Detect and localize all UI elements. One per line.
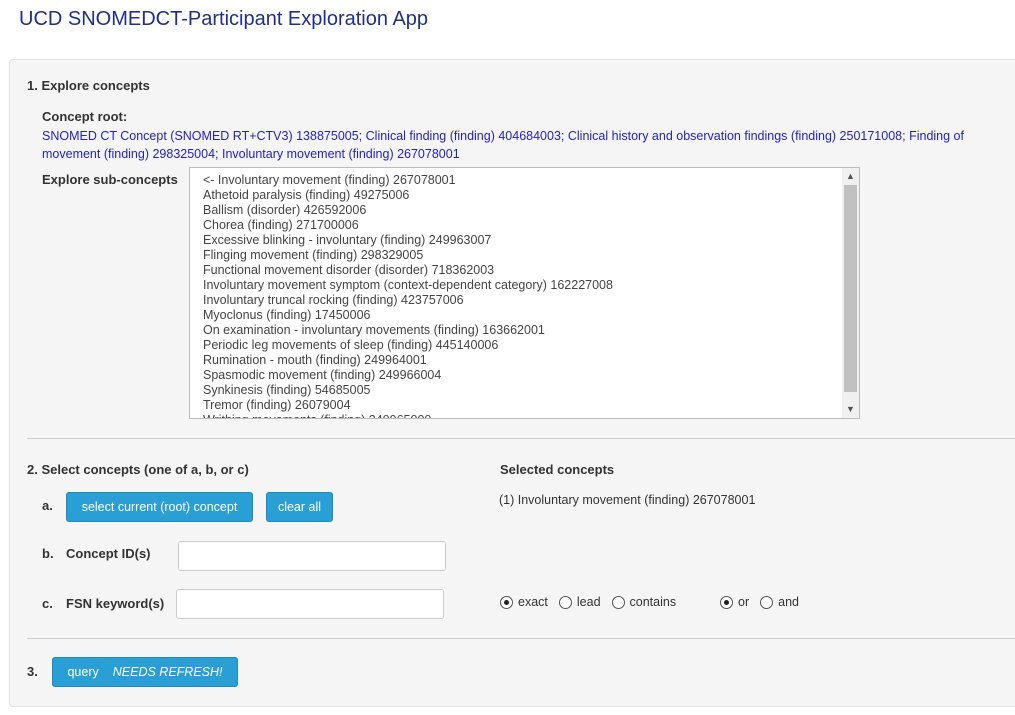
- sub-concept-option[interactable]: Spasmodic movement (finding) 249966004: [203, 368, 833, 383]
- radio-unchecked-icon[interactable]: [611, 595, 625, 609]
- radio-contains[interactable]: contains: [611, 595, 677, 609]
- match-type-radio-group: exact lead contains: [500, 595, 687, 609]
- clear-all-button[interactable]: clear all: [266, 492, 333, 522]
- radio-label: contains: [629, 595, 677, 609]
- scroll-down-icon[interactable]: ▼: [842, 401, 859, 418]
- section-divider: [27, 638, 1015, 639]
- radio-label: exact: [518, 595, 548, 609]
- radio-or[interactable]: or: [720, 595, 749, 609]
- sub-concept-option[interactable]: Excessive blinking - involuntary (findin…: [203, 233, 833, 248]
- breadcrumb-link[interactable]: Clinical history and observation finding…: [568, 129, 906, 143]
- query-button[interactable]: query NEEDS REFRESH!: [52, 657, 238, 687]
- sub-concept-option[interactable]: Writhing movements (finding) 249965000: [203, 413, 833, 418]
- section-divider: [27, 438, 1015, 439]
- app-title: UCD SNOMEDCT-Participant Exploration App: [19, 8, 429, 30]
- radio-checked-icon[interactable]: [500, 595, 513, 609]
- radio-label: or: [738, 595, 750, 609]
- fsn-keyword-label: FSN keyword(s): [66, 596, 165, 611]
- sub-concept-option[interactable]: Athetoid paralysis (finding) 49275006: [203, 188, 833, 203]
- explore-sub-concepts-label: Explore sub-concepts: [42, 172, 178, 187]
- radio-exact[interactable]: exact: [500, 595, 548, 609]
- fsn-keyword-input[interactable]: [176, 589, 444, 619]
- radio-checked-icon[interactable]: [720, 595, 733, 609]
- sub-concept-option[interactable]: Involuntary movement symptom (context-de…: [203, 278, 833, 293]
- sub-concept-option[interactable]: Myoclonus (finding) 17450006: [203, 308, 833, 323]
- concept-id-input[interactable]: [178, 541, 446, 571]
- radio-unchecked-icon[interactable]: [558, 595, 572, 609]
- sub-concept-option[interactable]: Chorea (finding) 271700006: [203, 218, 833, 233]
- option-a-label: a.: [42, 498, 53, 513]
- sub-concept-option[interactable]: Tremor (finding) 26079004: [203, 398, 833, 413]
- scroll-thumb[interactable]: [844, 185, 857, 392]
- select-root-concept-button[interactable]: select current (root) concept: [66, 492, 253, 522]
- concept-root-breadcrumb: SNOMED CT Concept (SNOMED RT+CTV3) 13887…: [42, 127, 1002, 163]
- sub-concept-option[interactable]: Periodic leg movements of sleep (finding…: [203, 338, 833, 353]
- select-heading: 2. Select concepts (one of a, b, or c): [27, 462, 249, 477]
- selected-concept-item: (1) Involuntary movement (finding) 26707…: [499, 493, 756, 507]
- radio-unchecked-icon[interactable]: [760, 595, 774, 609]
- sub-concepts-listbox[interactable]: <- Involuntary movement (finding) 267078…: [189, 167, 860, 419]
- query-button-label: query: [67, 665, 99, 679]
- radio-and[interactable]: and: [760, 595, 799, 609]
- breadcrumb-link[interactable]: SNOMED CT Concept (SNOMED RT+CTV3) 13887…: [42, 129, 362, 143]
- sub-concept-option[interactable]: Synkinesis (finding) 54685005: [203, 383, 833, 398]
- sub-concept-option[interactable]: On examination - involuntary movements (…: [203, 323, 833, 338]
- explore-heading: 1. Explore concepts: [27, 78, 150, 93]
- option-c-label: c.: [42, 596, 53, 611]
- breadcrumb-link[interactable]: Involuntary movement (finding) 267078001: [222, 147, 460, 161]
- sub-concept-option[interactable]: Ballism (disorder) 426592006: [203, 203, 833, 218]
- sub-concepts-items: <- Involuntary movement (finding) 267078…: [203, 173, 833, 418]
- radio-label: lead: [576, 595, 601, 609]
- sub-concept-option[interactable]: Involuntary truncal rocking (finding) 42…: [203, 293, 833, 308]
- listbox-scrollbar[interactable]: ▲ ▼: [842, 168, 859, 418]
- concept-id-label: Concept ID(s): [66, 546, 151, 561]
- concept-root-label: Concept root:: [42, 109, 128, 124]
- refresh-status: NEEDS REFRESH!: [112, 665, 223, 679]
- radio-label: and: [778, 595, 799, 609]
- sub-concept-option[interactable]: <- Involuntary movement (finding) 267078…: [203, 173, 833, 188]
- sub-concept-option[interactable]: Flinging movement (finding) 298329005: [203, 248, 833, 263]
- scroll-up-icon[interactable]: ▲: [842, 168, 859, 185]
- option-b-label: b.: [42, 546, 54, 561]
- query-step-label: 3.: [27, 664, 38, 679]
- sub-concept-option[interactable]: Functional movement disorder (disorder) …: [203, 263, 833, 278]
- logic-radio-group: or and: [720, 595, 810, 609]
- sub-concept-option[interactable]: Rumination - mouth (finding) 249964001: [203, 353, 833, 368]
- breadcrumb-link[interactable]: Clinical finding (finding) 404684003;: [366, 129, 565, 143]
- radio-lead[interactable]: lead: [558, 595, 601, 609]
- selected-concepts-heading: Selected concepts: [500, 462, 615, 477]
